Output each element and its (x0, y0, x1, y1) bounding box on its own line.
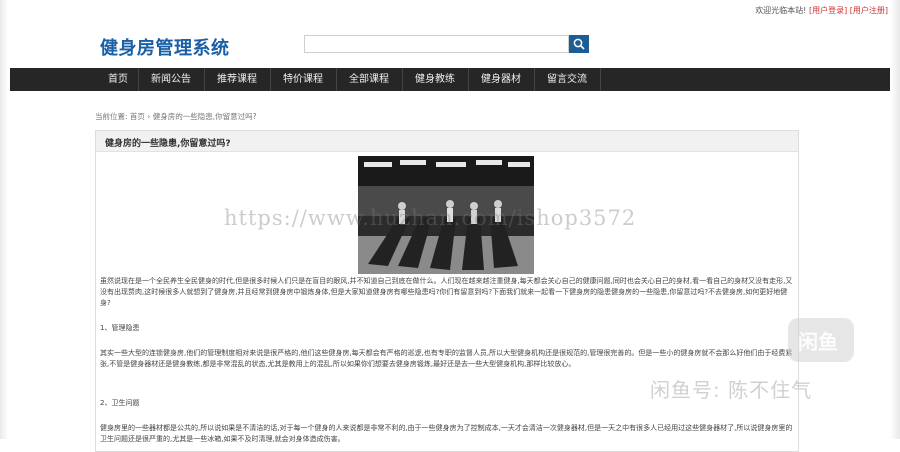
main-nav: 首页 新闻公告 推荐课程 特价课程 全部课程 健身教练 健身器材 留言交流 (10, 68, 890, 91)
top-bar: 欢迎光临本站! [用户登录] [用户注册] (0, 0, 900, 22)
nav-home[interactable]: 首页 (98, 68, 139, 91)
watermark-logo: 闲鱼 (788, 318, 854, 362)
search-icon (573, 38, 585, 50)
page-left-edge (0, 0, 8, 439)
login-link[interactable]: [用户登录] (809, 6, 847, 15)
breadcrumb-home-link[interactable]: 首页 (130, 112, 145, 121)
article-title: 健身房的一些隐患,你留意过吗? (105, 139, 231, 149)
watermark-url: https://www.huzhan.com/ishop3572 (224, 206, 637, 230)
article-paragraph: 虽然说现在是一个全民养生全民健身的时代,但是很多时候人们只是在盲目的跟风,并不知… (100, 277, 793, 307)
article-title-bar: 健身房的一些隐患,你留意过吗? (96, 131, 798, 152)
breadcrumb-separator-icon: › (147, 112, 151, 121)
nav-news[interactable]: 新闻公告 (138, 68, 205, 91)
nav-coaches[interactable]: 健身教练 (402, 68, 469, 91)
article-paragraph: 其实一些大型的连锁健身房,他们的管理制度相对来说是很严格的,他们这些健身房,每天… (100, 349, 793, 368)
nav-equipment[interactable]: 健身器材 (468, 68, 535, 91)
breadcrumb: 当前位置: 首页 › 健身房的一些隐患,你留意过吗? (95, 111, 257, 122)
nav-all-courses[interactable]: 全部课程 (336, 68, 403, 91)
welcome-text: 欢迎光临本站! (755, 6, 807, 15)
article-panel: 健身房的一些隐患,你留意过吗? 虽然说现在是一个全民养生全民健身的时代,但是很多… (95, 130, 799, 452)
page-right-edge (890, 0, 900, 439)
nav-special-courses[interactable]: 特价课程 (270, 68, 337, 91)
nav-messages[interactable]: 留言交流 (534, 68, 601, 91)
search-box (304, 35, 589, 53)
welcome-area: 欢迎光临本站! [用户登录] [用户注册] (755, 5, 888, 16)
site-logo-title[interactable]: 健身房管理系统 (100, 34, 230, 60)
article-body: 虽然说现在是一个全民养生全民健身的时代,但是很多时候人们只是在盲目的跟风,并不知… (100, 276, 794, 445)
search-input[interactable] (304, 35, 569, 53)
article-heading-management: 1、管理隐患 (100, 324, 140, 332)
nav-recommended-courses[interactable]: 推荐课程 (204, 68, 271, 91)
article-paragraph: 健身房里的一些器材都是公共的,所以说如果是不清洁的话,对于每一个健身的人来说都是… (100, 424, 793, 443)
register-link[interactable]: [用户注册] (850, 6, 888, 15)
watermark-seller-id: 闲鱼号: 陈不住气 (650, 378, 813, 402)
breadcrumb-prefix: 当前位置: (95, 112, 128, 121)
search-button[interactable] (569, 35, 589, 53)
breadcrumb-current: 健身房的一些隐患,你留意过吗? (152, 112, 257, 121)
watermark-logo-text: 闲鱼 (798, 330, 838, 354)
